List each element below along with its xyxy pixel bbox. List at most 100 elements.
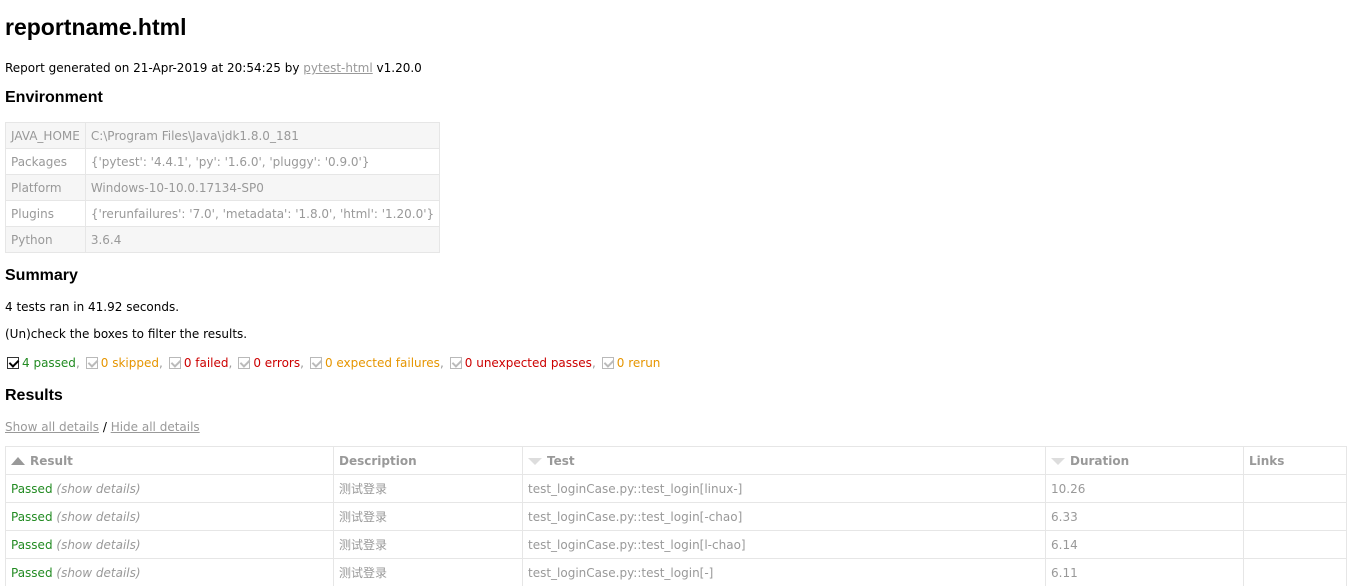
filter-failed-checkbox[interactable]	[168, 357, 181, 369]
links-cell	[1243, 558, 1347, 586]
env-value: {'pytest': '4.4.1', 'py': '1.6.0', 'plug…	[84, 148, 441, 175]
filter-rerun-label: 0 rerun	[616, 356, 661, 370]
result-cell: Passed (show details)	[5, 558, 334, 586]
table-row: Passed (show details) 测试登录 test_loginCas…	[5, 530, 1347, 559]
show-details-toggle[interactable]: (show details)	[56, 510, 140, 524]
filter-unexpected-passes[interactable]: 0 unexpected passes	[449, 356, 592, 370]
filter-unexpected-passes-label: 0 unexpected passes	[464, 356, 592, 370]
env-row: Packages {'pytest': '4.4.1', 'py': '1.6.…	[5, 148, 441, 175]
column-header-result-label: Result	[30, 453, 73, 468]
tests-ran-text: 4 tests ran in 41.92 seconds.	[5, 300, 180, 314]
column-header-links-label: Links	[1249, 453, 1285, 468]
filter-passed-label: 4 passed	[22, 356, 76, 370]
description-cell: 测试登录	[333, 530, 523, 559]
test-cell: test_loginCase.py::test_login[linux-]	[522, 474, 1046, 503]
column-header-duration[interactable]: Duration	[1045, 446, 1244, 475]
filter-skipped[interactable]: 0 skipped	[85, 356, 159, 370]
filter-errors-checkbox[interactable]	[238, 357, 251, 369]
result-status: Passed	[11, 481, 53, 496]
result-status: Passed	[11, 509, 53, 524]
show-details-toggle[interactable]: (show details)	[56, 538, 140, 552]
environment-table: JAVA_HOME C:\Program Files\Java\jdk1.8.0…	[5, 122, 441, 253]
result-cell: Passed (show details)	[5, 502, 334, 531]
duration-cell: 6.33	[1045, 502, 1244, 531]
filter-rerun-checkbox[interactable]	[601, 357, 614, 369]
test-cell: test_loginCase.py::test_login[l-chao]	[522, 530, 1046, 559]
filter-separator: ,	[591, 356, 596, 370]
filter-skipped-checkbox[interactable]	[85, 357, 98, 369]
generated-line: Report generated on 21-Apr-2019 at 20:54…	[5, 61, 422, 75]
links-cell	[1243, 474, 1347, 503]
env-row: Platform Windows-10-10.0.17134-SP0	[5, 174, 441, 201]
test-cell: test_loginCase.py::test_login[-chao]	[522, 502, 1046, 531]
env-value: {'rerunfailures': '7.0', 'metadata': '1.…	[84, 200, 441, 227]
results-header-row: Result Description Test Duration Links	[5, 446, 1347, 475]
filter-skipped-label: 0 skipped	[100, 356, 159, 370]
results-heading: Results	[5, 387, 63, 404]
filter-expected-failures[interactable]: 0 expected failures	[309, 356, 440, 370]
description-cell: 测试登录	[333, 502, 523, 531]
env-value: Windows-10-10.0.17134-SP0	[84, 174, 441, 201]
filter-errors[interactable]: 0 errors	[238, 356, 300, 370]
table-row: Passed (show details) 测试登录 test_loginCas…	[5, 474, 1347, 503]
summary-heading: Summary	[5, 267, 78, 284]
results-table: Result Description Test Duration Links P…	[5, 446, 1347, 586]
duration-cell: 6.14	[1045, 530, 1244, 559]
details-toggle-line: Show all details / Hide all details	[5, 420, 200, 434]
env-row: Python 3.6.4	[5, 226, 441, 253]
filter-separator: ,	[75, 356, 80, 370]
show-details-toggle[interactable]: (show details)	[56, 482, 140, 496]
filter-passed[interactable]: 4 passed	[7, 356, 76, 370]
links-cell	[1243, 502, 1347, 531]
env-key: Plugins	[5, 200, 86, 227]
column-header-duration-label: Duration	[1070, 453, 1130, 468]
details-separator: /	[99, 420, 111, 434]
column-header-test[interactable]: Test	[522, 446, 1046, 475]
env-value: 3.6.4	[84, 226, 441, 253]
test-cell: test_loginCase.py::test_login[-]	[522, 558, 1046, 586]
filter-expected-failures-checkbox[interactable]	[309, 357, 322, 369]
filter-errors-label: 0 errors	[253, 356, 301, 370]
description-cell: 测试登录	[333, 558, 523, 586]
generated-prefix: Report generated on 21-Apr-2019 at 20:54…	[5, 61, 304, 75]
hide-all-details-link[interactable]: Hide all details	[111, 420, 200, 434]
result-status: Passed	[11, 565, 53, 580]
env-row: Plugins {'rerunfailures': '7.0', 'metada…	[5, 200, 441, 227]
result-filters: 4 passed , 0 skipped , 0 failed , 0 erro…	[7, 356, 660, 370]
column-header-description-label: Description	[339, 453, 417, 468]
show-all-details-link[interactable]: Show all details	[5, 420, 99, 434]
column-header-result[interactable]: Result	[5, 446, 334, 475]
pytest-html-link[interactable]: pytest-html	[303, 61, 372, 75]
filter-rerun[interactable]: 0 rerun	[601, 356, 661, 370]
duration-cell: 10.26	[1045, 474, 1244, 503]
filter-failed-label: 0 failed	[183, 356, 229, 370]
filter-expected-failures-label: 0 expected failures	[324, 356, 440, 370]
filter-separator: ,	[439, 356, 444, 370]
result-cell: Passed (show details)	[5, 474, 334, 503]
sort-ascending-icon	[11, 457, 25, 465]
filter-passed-checkbox[interactable]	[7, 357, 19, 369]
links-cell	[1243, 530, 1347, 559]
environment-heading: Environment	[5, 89, 103, 106]
column-header-description[interactable]: Description	[333, 446, 523, 475]
filter-failed[interactable]: 0 failed	[168, 356, 229, 370]
env-value: C:\Program Files\Java\jdk1.8.0_181	[84, 122, 441, 149]
report-page: reportname.html Report generated on 21-A…	[0, 0, 1350, 586]
env-key: Packages	[5, 148, 86, 175]
env-key: Python	[5, 226, 86, 253]
column-header-test-label: Test	[547, 453, 575, 468]
filter-unexpected-passes-checkbox[interactable]	[449, 357, 462, 369]
description-cell: 测试登录	[333, 474, 523, 503]
table-row: Passed (show details) 测试登录 test_loginCas…	[5, 502, 1347, 531]
duration-cell: 6.11	[1045, 558, 1244, 586]
filter-separator: ,	[158, 356, 163, 370]
sort-descending-icon	[528, 457, 542, 465]
filter-separator: ,	[300, 356, 304, 370]
sort-descending-icon	[1051, 457, 1065, 465]
filter-hint-text: (Un)check the boxes to filter the result…	[5, 327, 248, 341]
show-details-toggle[interactable]: (show details)	[56, 566, 140, 580]
column-header-links: Links	[1243, 446, 1347, 475]
result-status: Passed	[11, 537, 53, 552]
generated-suffix: v1.20.0	[372, 61, 422, 75]
result-cell: Passed (show details)	[5, 530, 334, 559]
